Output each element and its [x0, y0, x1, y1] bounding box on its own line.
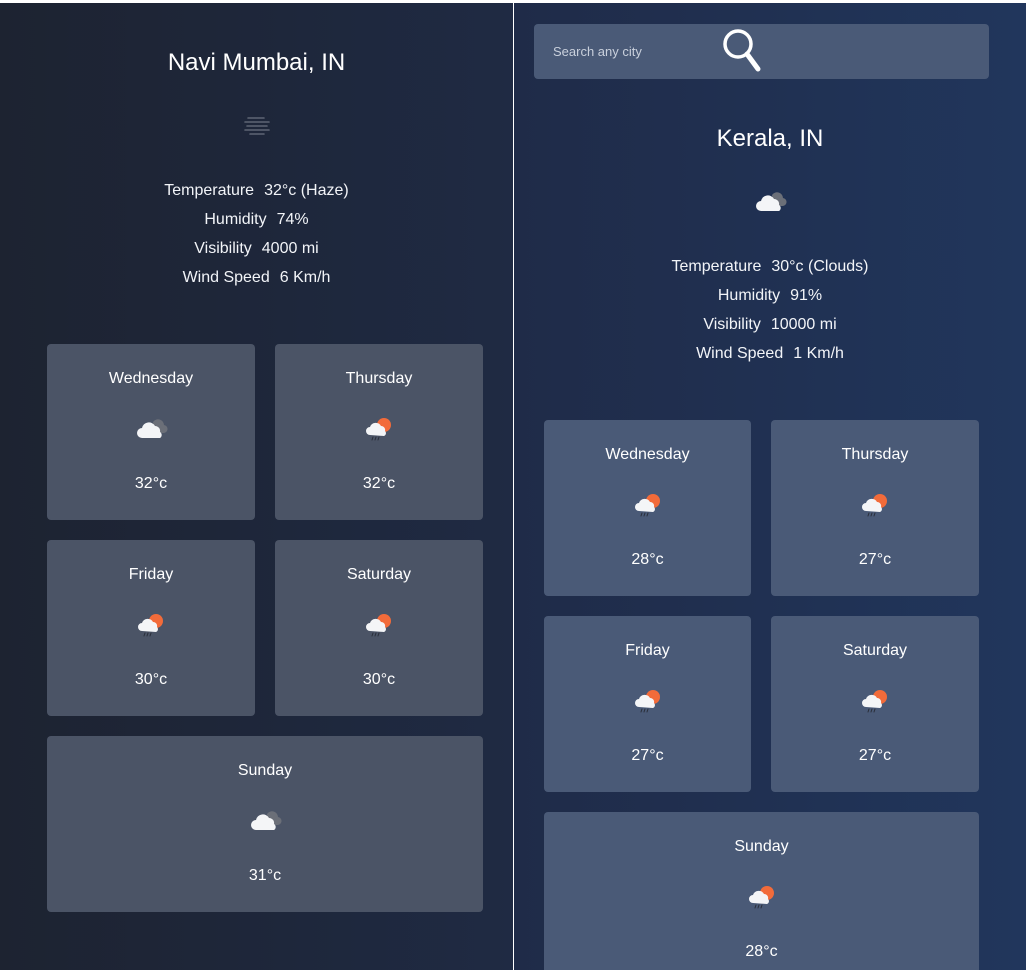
stat-label: Wind Speed	[696, 345, 784, 362]
rain-sun-icon	[364, 416, 394, 442]
cloudy-icon	[134, 416, 168, 440]
stat-label: Temperature	[671, 258, 762, 275]
forecast-card-wednesday: Wednesday 32°c	[47, 344, 255, 520]
forecast-day: Thursday	[841, 446, 909, 463]
rain-sun-icon	[136, 612, 166, 638]
rain-sun-icon	[747, 884, 777, 910]
temperature-row: Temperature 32°c (Haze)	[0, 181, 513, 210]
forecast-card-thursday: Thursday 32°c	[275, 344, 483, 520]
stat-value: 91%	[790, 287, 823, 304]
city-title: Navi Mumbai, IN	[167, 49, 346, 76]
forecast-day: Thursday	[345, 370, 413, 387]
forecast-day: Sunday	[237, 762, 293, 779]
search-input[interactable]	[534, 24, 733, 79]
right-weather-panel: Kerala, IN Temperature 30°c (Clouds) Humi…	[514, 3, 1026, 970]
forecast-temp: 32°c	[362, 475, 396, 492]
rain-sun-icon	[633, 492, 663, 518]
forecast-card-friday: Friday 30°c	[47, 540, 255, 716]
forecast-day: Saturday	[346, 566, 412, 583]
search-icon[interactable]	[722, 27, 762, 73]
forecast-card-sunday: Sunday 31°c	[47, 736, 483, 912]
stat-value: 1 Km/h	[793, 345, 844, 362]
forecast-day: Wednesday	[605, 446, 690, 463]
forecast-day: Wednesday	[108, 370, 194, 387]
humidity-row: Humidity 74%	[0, 210, 513, 239]
forecast-temp: 27°c	[858, 551, 892, 568]
forecast-day: Saturday	[842, 642, 908, 659]
humidity-row: Humidity 91%	[514, 286, 1026, 315]
forecast-temp: 28°c	[745, 943, 778, 960]
stat-label: Temperature	[164, 182, 255, 199]
stat-label: Humidity	[204, 211, 267, 228]
stat-value: 6 Km/h	[279, 269, 331, 286]
wind-speed-row: Wind Speed 1 Km/h	[514, 344, 1026, 373]
stat-label: Visibility	[194, 240, 252, 257]
visibility-row: Visibility 4000 mi	[0, 239, 513, 268]
forecast-temp: 30°c	[134, 671, 168, 688]
stat-value: 4000 mi	[261, 240, 319, 257]
cloudy-icon	[248, 808, 282, 832]
forecast-temp: 32°c	[134, 475, 168, 492]
stat-value: 74%	[276, 211, 309, 228]
forecast-card-sunday: Sunday 28°c	[544, 812, 979, 970]
forecast-card-wednesday: Wednesday 28°c	[544, 420, 751, 596]
stat-value: 32°c (Haze)	[264, 182, 349, 199]
forecast-day: Friday	[128, 566, 174, 583]
stat-label: Humidity	[717, 287, 781, 304]
city-title: Kerala, IN	[716, 125, 824, 152]
haze-icon	[242, 115, 272, 135]
forecast-temp: 27°c	[858, 747, 892, 764]
stat-value: 10000 mi	[770, 316, 837, 333]
current-stats: Temperature 30°c (Clouds) Humidity 91% Vis…	[514, 257, 1026, 373]
left-weather-panel: Navi Mumbai, IN Temperature 32°c (Haze) H…	[0, 3, 513, 970]
forecast-day: Friday	[625, 642, 670, 659]
rain-sun-icon	[633, 688, 663, 714]
forecast-card-thursday: Thursday 27°c	[771, 420, 979, 596]
search-bar	[534, 24, 989, 79]
rain-sun-icon	[860, 492, 890, 518]
forecast-temp: 30°c	[362, 671, 396, 688]
rain-sun-icon	[860, 688, 890, 714]
temperature-row: Temperature 30°c (Clouds)	[514, 257, 1026, 286]
forecast-day: Sunday	[734, 838, 789, 855]
forecast-temp: 28°c	[631, 551, 664, 568]
forecast-card-friday: Friday 27°c	[544, 616, 751, 792]
rain-sun-icon	[364, 612, 394, 638]
forecast-card-saturday: Saturday 30°c	[275, 540, 483, 716]
wind-speed-row: Wind Speed 6 Km/h	[0, 268, 513, 297]
stat-value: 30°c (Clouds)	[771, 258, 869, 275]
visibility-row: Visibility 10000 mi	[514, 315, 1026, 344]
current-stats: Temperature 32°c (Haze) Humidity 74% Visib…	[0, 181, 513, 297]
forecast-temp: 27°c	[631, 747, 664, 764]
cloudy-icon	[753, 189, 787, 213]
stat-label: Wind Speed	[182, 269, 270, 286]
stat-label: Visibility	[703, 316, 761, 333]
forecast-temp: 31°c	[248, 867, 282, 884]
forecast-card-saturday: Saturday 27°c	[771, 616, 979, 792]
